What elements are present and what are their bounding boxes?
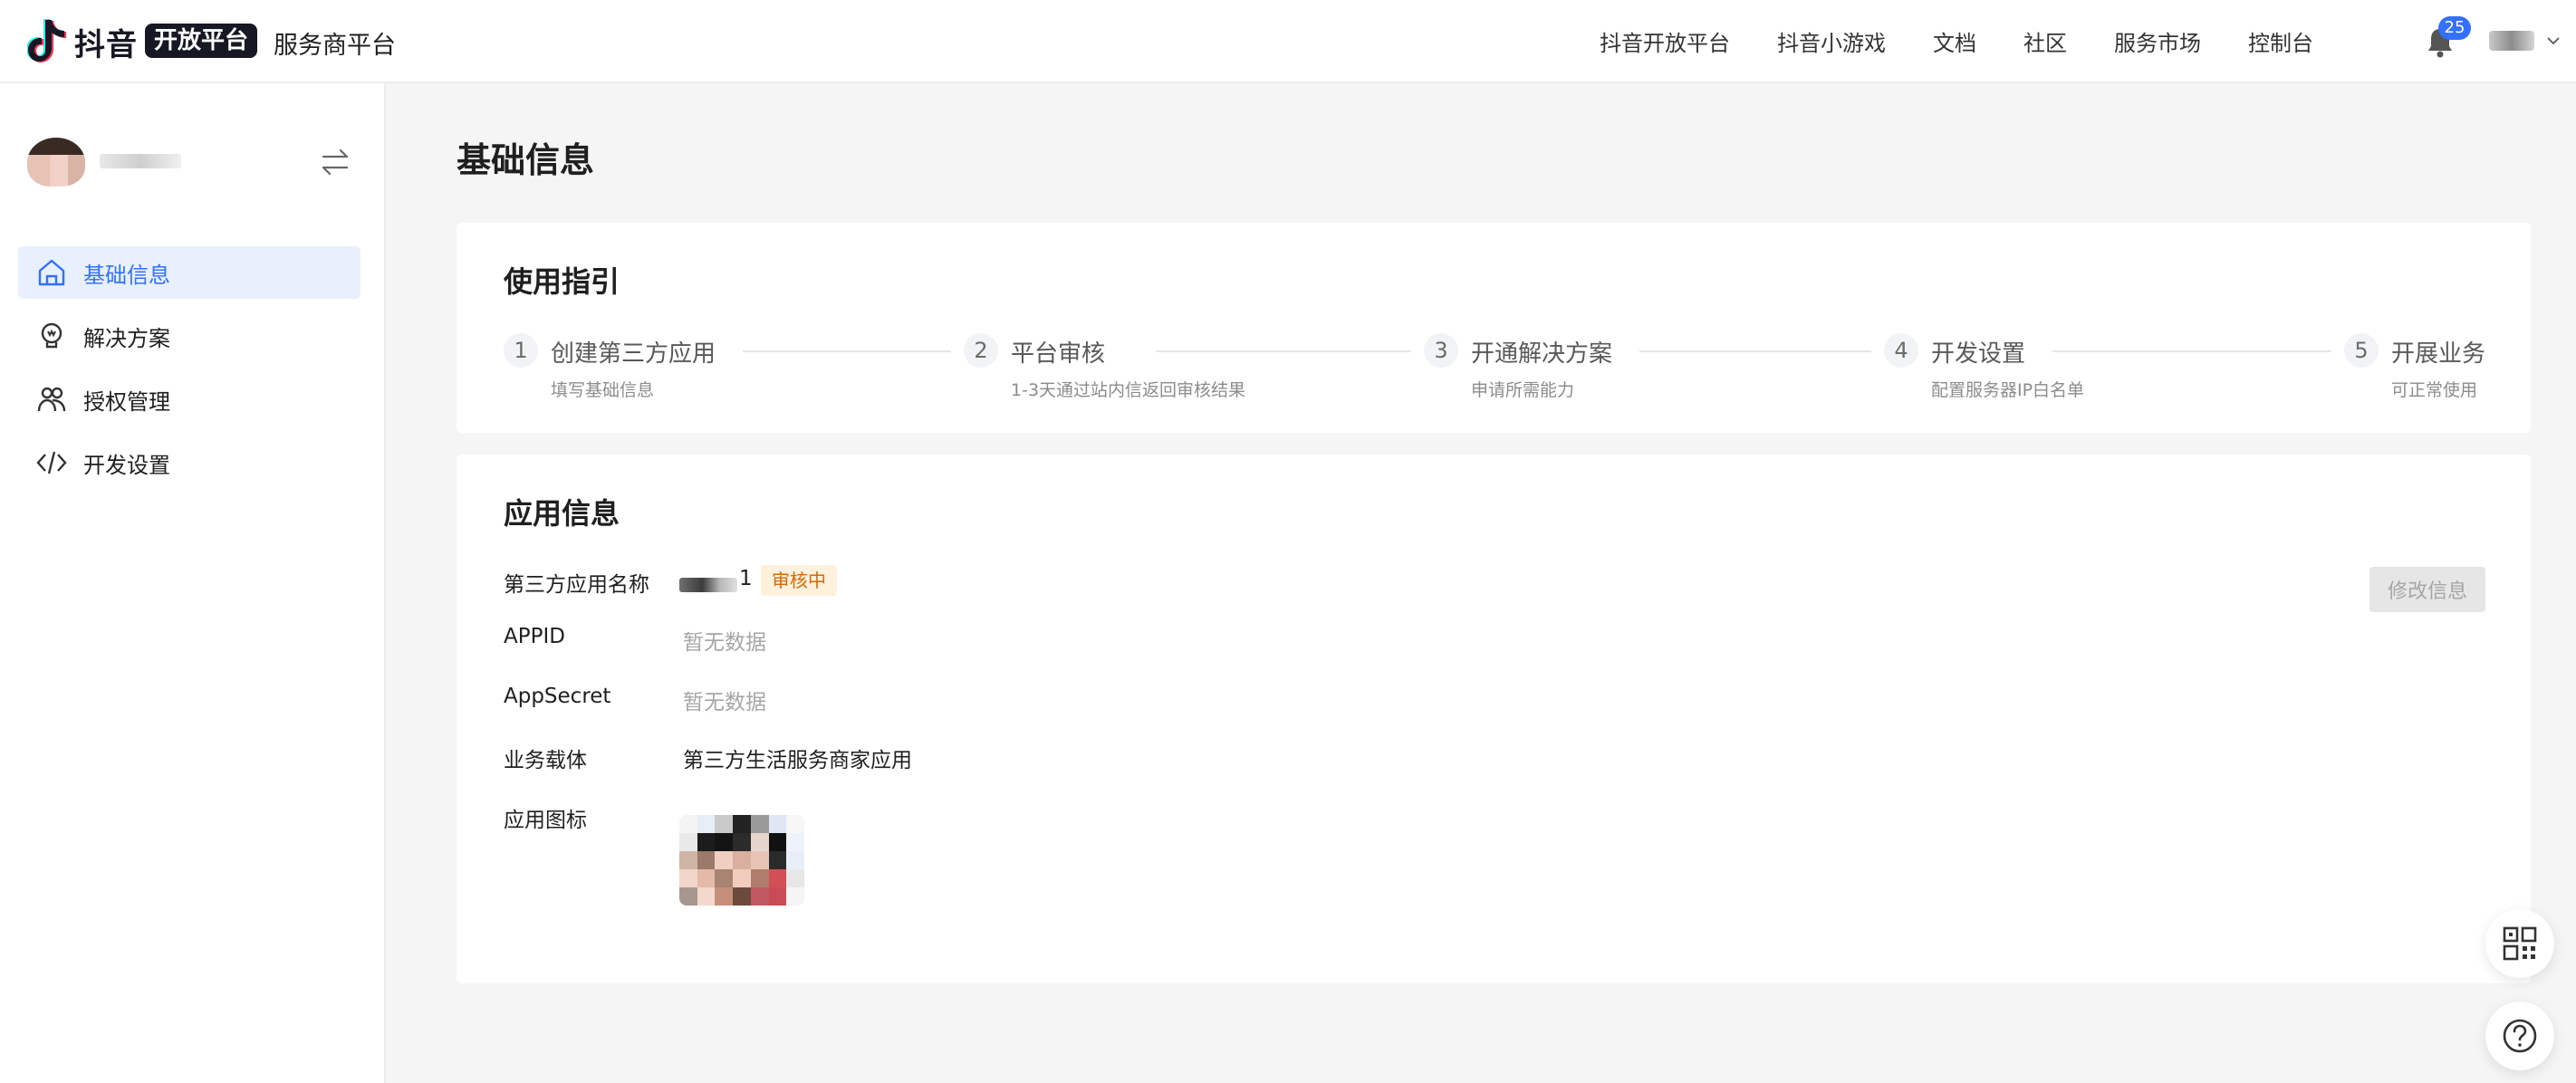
- guide-steps: 1 创建第三方应用 填写基础信息 2 平台审核 1-3天通过站内信返回审核结果 …: [504, 333, 2529, 415]
- user-avatar[interactable]: [2489, 31, 2534, 51]
- business-carrier-label: 业务载体: [504, 749, 587, 772]
- app-name-label: 第三方应用名称: [504, 573, 649, 597]
- appid-label: APPID: [504, 625, 565, 648]
- question-mark-icon: [2503, 1019, 2537, 1053]
- brand-tag[interactable]: 开放平台: [145, 24, 258, 58]
- sidebar-item-label: 授权管理: [83, 388, 170, 415]
- step-number: 5: [2344, 333, 2379, 368]
- account-name-redacted: [100, 154, 181, 168]
- guide-title: 使用指引: [504, 264, 620, 299]
- notification-badge: 25: [2438, 16, 2471, 40]
- qr-code-icon: [2503, 926, 2537, 961]
- sidebar-item-label: 开发设置: [83, 452, 170, 478]
- nav-item-open-platform[interactable]: 抖音开放平台: [1600, 25, 1730, 57]
- help-button[interactable]: [2485, 1002, 2554, 1070]
- step-description: 1-3天通过站内信返回审核结果: [1011, 380, 1246, 400]
- step-title: 创建第三方应用: [551, 340, 716, 368]
- step-title: 开展业务: [2391, 340, 2486, 368]
- sidebar-item-dev-settings[interactable]: 开发设置: [18, 436, 360, 489]
- step-number: 3: [1424, 333, 1458, 368]
- nav-item-community[interactable]: 社区: [2023, 25, 2067, 57]
- users-icon: [37, 387, 66, 412]
- step-number: 2: [964, 333, 998, 368]
- step-description: 可正常使用: [2391, 380, 2478, 400]
- business-carrier-value: 第三方生活服务商家应用: [683, 749, 912, 772]
- top-header: 抖音 开放平台 服务商平台 抖音开放平台 抖音小游戏 文档 社区 服务市场 控制…: [0, 0, 2576, 83]
- step-number: 1: [504, 333, 538, 368]
- sidebar-menu: 基础信息 解决方案 授权管理 开发设置: [18, 246, 360, 500]
- step-title: 开通解决方案: [1471, 340, 1613, 368]
- sidebar-item-basic-info[interactable]: 基础信息: [18, 246, 360, 299]
- home-icon: [38, 259, 65, 286]
- account-avatar: [27, 138, 85, 187]
- appid-value: 暂无数据: [683, 631, 766, 655]
- nav-item-mini-games[interactable]: 抖音小游戏: [1777, 25, 1886, 57]
- code-icon: [36, 451, 67, 474]
- step-number: 4: [1884, 333, 1918, 368]
- step-description: 填写基础信息: [551, 380, 655, 400]
- appsecret-label: AppSecret: [504, 685, 611, 708]
- app-icon-label: 应用图标: [504, 809, 587, 832]
- brand-name[interactable]: 抖音: [74, 20, 138, 64]
- nav-item-service-market[interactable]: 服务市场: [2114, 25, 2201, 57]
- lightbulb-icon: [41, 322, 62, 349]
- edit-info-button[interactable]: 修改信息: [2369, 567, 2485, 612]
- sidebar-item-label: 解决方案: [83, 325, 170, 351]
- app-name-redacted: [679, 578, 737, 592]
- step-connector: [743, 350, 951, 352]
- usage-guide-card: 使用指引 1 创建第三方应用 填写基础信息 2 平台审核 1-3天通过站内信返回…: [457, 223, 2531, 433]
- step-connector: [1639, 350, 1871, 352]
- brand-subtitle: 服务商平台: [274, 32, 396, 60]
- step-title: 平台审核: [1011, 340, 1106, 368]
- nav-item-docs[interactable]: 文档: [1933, 25, 1976, 57]
- sidebar-item-solutions[interactable]: 解决方案: [18, 310, 360, 362]
- qr-code-button[interactable]: [2485, 909, 2554, 978]
- appsecret-value: 暂无数据: [683, 691, 766, 714]
- switch-account-icon[interactable]: [319, 147, 351, 177]
- sidebar-item-label: 基础信息: [83, 262, 170, 288]
- step-description: 配置服务器IP白名单: [1931, 380, 2085, 400]
- app-info-card: 应用信息 第三方应用名称 1 审核中 修改信息 APPID 暂无数据 AppSe…: [457, 455, 2531, 983]
- chevron-down-icon[interactable]: [2543, 31, 2563, 51]
- step-description: 申请所需能力: [1471, 380, 1575, 400]
- sidebar: 基础信息 解决方案 授权管理 开发设置: [0, 83, 386, 1083]
- step-connector: [1156, 350, 1411, 352]
- app-info-title: 应用信息: [504, 496, 620, 531]
- status-badge: 审核中: [761, 565, 837, 596]
- step-title: 开发设置: [1931, 340, 2026, 368]
- app-name-suffix: 1: [739, 567, 753, 590]
- sidebar-item-authorization[interactable]: 授权管理: [18, 373, 360, 426]
- nav-item-console[interactable]: 控制台: [2248, 25, 2313, 57]
- step-connector: [2052, 350, 2331, 352]
- top-nav: 抖音开放平台 抖音小游戏 文档 社区 服务市场 控制台: [1600, 0, 2313, 81]
- douyin-logo-icon[interactable]: [27, 18, 67, 63]
- account-switcher: [27, 138, 362, 219]
- page-title: 基础信息: [457, 140, 595, 180]
- app-icon-image: [679, 815, 804, 906]
